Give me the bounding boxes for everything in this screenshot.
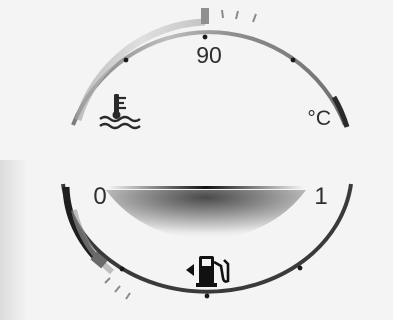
fuel-tick-mark	[104, 277, 111, 284]
coolant-tick-mark	[252, 13, 257, 23]
fuel-label-empty: 0	[93, 183, 106, 210]
coolant-gauge: 90 °C	[71, 8, 350, 130]
gauge-panel: 90 °C 0 1	[0, 0, 393, 320]
coolant-tick-mark	[235, 10, 239, 20]
panel-shade	[0, 160, 28, 320]
fuel-gauge-shade	[106, 190, 306, 240]
fuel-gauge: 0 1	[61, 183, 353, 300]
coolant-label-90: 90	[196, 42, 222, 68]
coolant-temperature-icon	[99, 94, 141, 130]
fuel-filler-side-arrow	[186, 264, 194, 276]
fuel-tick-mark	[114, 285, 121, 293]
coolant-unit-label: °C	[307, 107, 331, 130]
fuel-scale-dot	[204, 293, 210, 299]
fuel-label-full: 1	[314, 183, 327, 210]
gauges-svg: 90 °C 0 1	[0, 8, 353, 320]
fuel-pump-icon	[186, 256, 230, 287]
coolant-scale-dot	[202, 34, 208, 40]
coolant-scale-dot	[123, 57, 129, 63]
coolant-needle	[201, 8, 209, 24]
fuel-scale-dot	[119, 266, 125, 272]
fuel-scale-dot	[297, 265, 303, 271]
coolant-tick-mark	[221, 9, 224, 19]
coolant-hot-zone	[331, 95, 350, 128]
coolant-scale-dot	[290, 57, 296, 63]
coolant-gauge-band	[74, 18, 206, 122]
fuel-tick-mark	[125, 292, 131, 300]
fuel-gauge-topline	[108, 186, 304, 189]
